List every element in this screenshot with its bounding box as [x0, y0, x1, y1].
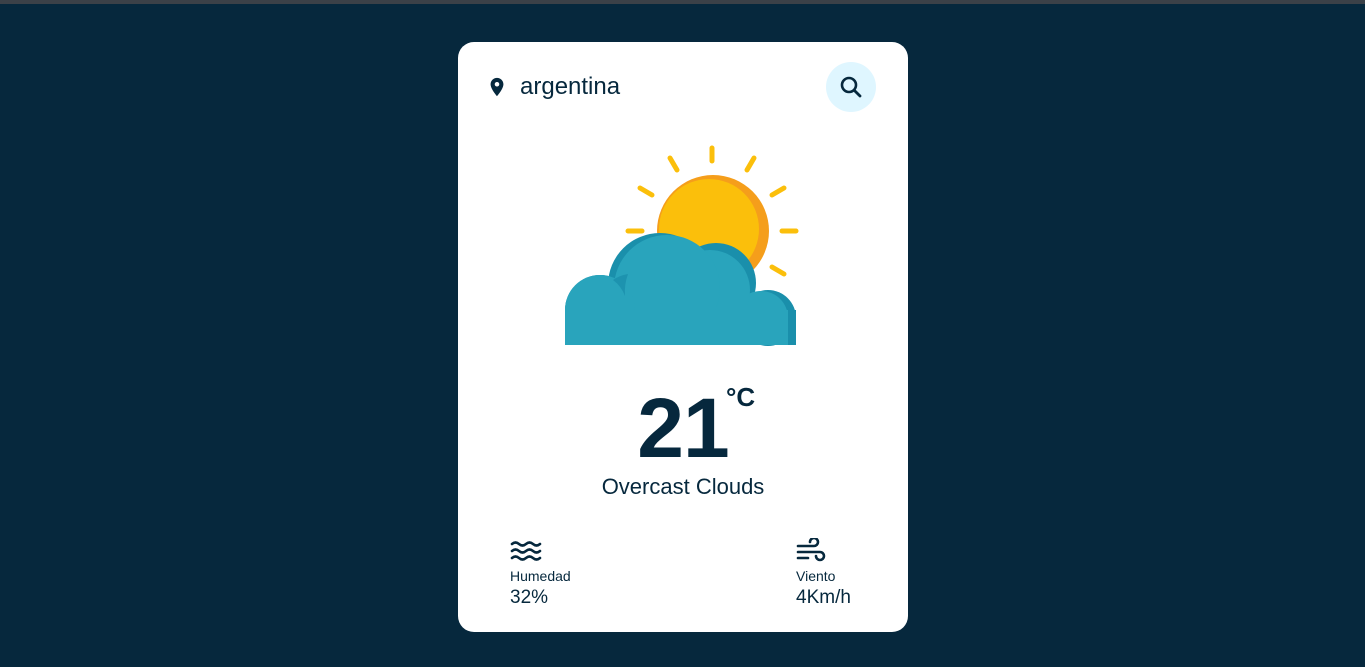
humidity-label: Humedad	[510, 568, 571, 584]
map-pin-icon	[490, 77, 504, 97]
weather-description: Overcast Clouds	[601, 474, 765, 499]
temperature-display: 21 °C	[458, 382, 908, 482]
humidity-detail: Humedad 32%	[510, 538, 571, 609]
search-icon	[840, 76, 862, 98]
location-search-input[interactable]	[520, 69, 810, 105]
browser-top-edge	[0, 0, 1365, 4]
wind-label: Viento	[796, 568, 836, 584]
water-waves-icon	[510, 541, 542, 561]
humidity-value: 32%	[510, 587, 549, 608]
search-button[interactable]	[826, 62, 876, 112]
weather-card: 21 °C Overcast Clouds Humedad 32% Viento…	[458, 42, 908, 632]
wind-value: 4Km/h	[796, 587, 851, 608]
temperature-unit: °C	[726, 382, 756, 412]
wind-detail: Viento 4Km/h	[796, 538, 851, 609]
temperature-value: 21	[637, 381, 729, 475]
wind-icon	[796, 538, 826, 562]
sun-behind-cloud-icon	[565, 145, 799, 346]
